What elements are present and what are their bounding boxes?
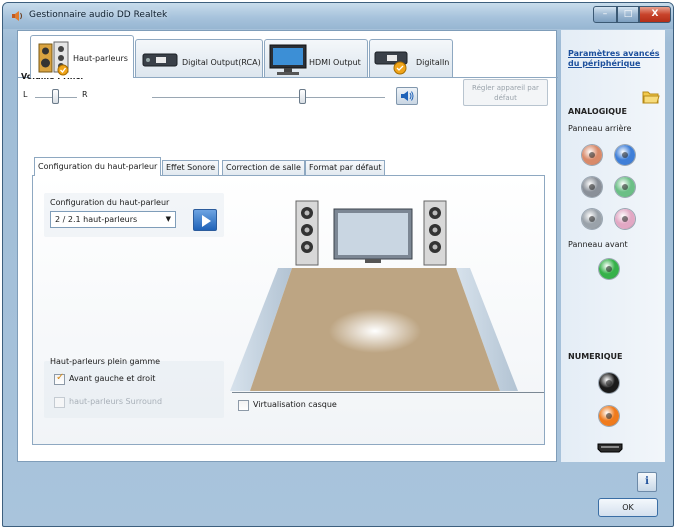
master-volume-track[interactable]: [152, 97, 385, 99]
mute-button[interactable]: [396, 87, 418, 105]
speaker-app-icon: [12, 11, 22, 21]
advanced-settings-link[interactable]: Paramètres avancés du périphérique: [568, 49, 664, 69]
rear-audio-jack[interactable]: [582, 145, 602, 165]
balance-slider-thumb[interactable]: [52, 89, 59, 104]
speaker-config-dropdown[interactable]: 2 / 2.1 haut-parleurs ▼: [50, 211, 176, 228]
listener-glow: [329, 309, 421, 353]
stage-baseline: [232, 392, 544, 393]
tab-room-correction[interactable]: Correction de salle: [222, 160, 305, 175]
speaker-room-visual: [230, 200, 518, 391]
ok-button[interactable]: OK: [598, 498, 658, 517]
minimize-button[interactable]: –: [593, 6, 617, 23]
balance-right-label: R: [82, 90, 88, 99]
tab-sound-effect[interactable]: Effet Sonore: [162, 160, 220, 175]
speaker-config-label: Configuration du haut-parleur: [50, 198, 170, 207]
tab-default-format[interactable]: Format par défaut: [305, 160, 386, 175]
test-play-button[interactable]: [193, 209, 217, 231]
dropdown-value: 2 / 2.1 haut-parleurs: [55, 215, 138, 224]
tab-speaker-configuration[interactable]: Configuration du haut-parleur: [34, 157, 162, 176]
tab-label: DigitalIn: [416, 58, 450, 67]
rear-panel-label: Panneau arrière: [568, 124, 632, 133]
balance-left-label: L: [23, 90, 28, 99]
tab-label: HDMI Output: [309, 58, 361, 67]
play-icon: [202, 215, 211, 227]
right-speaker: [423, 200, 447, 266]
analog-title: ANALOGIQUE: [568, 107, 627, 116]
coaxial-output-jack[interactable]: [599, 406, 619, 426]
left-speaker: [295, 200, 319, 266]
surround-full-range-label: haut-parleurs Surround: [69, 397, 163, 406]
front-headphone-jack[interactable]: [599, 259, 619, 279]
volume-icon: [401, 91, 414, 101]
hdmi-port-icon[interactable]: [597, 442, 623, 454]
chevron-down-icon: ▼: [165, 215, 171, 223]
tab-haut-parleurs[interactable]: Haut-parleurs: [30, 35, 134, 78]
full-range-title: Haut-parleurs plein gamme: [50, 357, 161, 366]
front-full-range-label: Avant gauche et droit: [69, 374, 156, 383]
full-range-group: [44, 361, 224, 418]
tab-label: Haut-parleurs: [73, 54, 128, 63]
title-bar[interactable]: Gestionnaire audio DD Realtek – □ X: [3, 3, 673, 29]
tv-display: [333, 208, 413, 263]
monitor-icon: [269, 44, 307, 75]
tab-digitalin[interactable]: DigitalIn: [369, 39, 453, 77]
front-full-range-checkbox[interactable]: [54, 372, 65, 385]
surround-full-range-checkbox[interactable]: [54, 397, 65, 408]
rear-audio-jack[interactable]: [615, 177, 635, 197]
rear-audio-jack[interactable]: [615, 209, 635, 229]
virtual-headphones-checkbox[interactable]: [238, 400, 249, 411]
rear-audio-jack[interactable]: [582, 177, 602, 197]
tab-digital-output-rca[interactable]: Digital Output(RCA): [135, 39, 263, 77]
digital-in-icon: [374, 51, 408, 75]
window-title: Gestionnaire audio DD Realtek: [29, 10, 168, 20]
folder-icon[interactable]: [642, 88, 660, 104]
maximize-button[interactable]: □: [617, 6, 639, 23]
rear-audio-jack[interactable]: [615, 145, 635, 165]
front-panel-label: Panneau avant: [568, 240, 628, 249]
digital-title: NUMERIQUE: [568, 352, 623, 361]
speakers-icon: [38, 41, 69, 76]
tab-hdmi-output[interactable]: HDMI Output: [264, 39, 368, 77]
rear-audio-jack[interactable]: [582, 209, 602, 229]
close-button[interactable]: X: [639, 6, 671, 23]
rca-digital-icon: [142, 53, 178, 67]
virtual-headphones-label: Virtualisation casque: [253, 400, 337, 409]
set-default-device-button[interactable]: Régler appareil par défaut: [463, 79, 548, 106]
optical-output-jack[interactable]: [599, 373, 619, 393]
tab-label: Digital Output(RCA): [182, 58, 261, 67]
master-volume-thumb[interactable]: [299, 89, 307, 104]
info-button[interactable]: i: [637, 472, 657, 492]
